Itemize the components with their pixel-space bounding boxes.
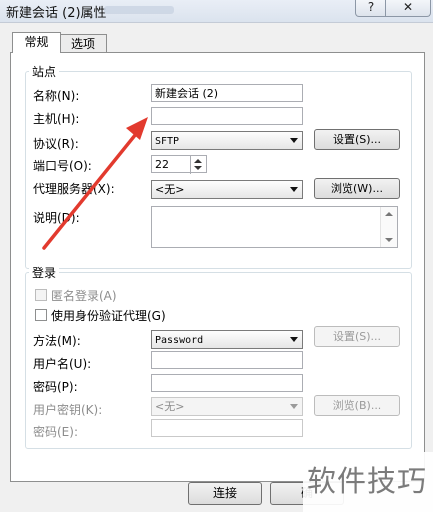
tab-general[interactable]: 常规 xyxy=(12,32,61,53)
red-annotation-arrow xyxy=(42,117,148,250)
properties-dialog: 新建会话 (2)属性 ? ✕ 常规 选项 站点 名称(N): 新建会话 (2) … xyxy=(0,0,433,512)
